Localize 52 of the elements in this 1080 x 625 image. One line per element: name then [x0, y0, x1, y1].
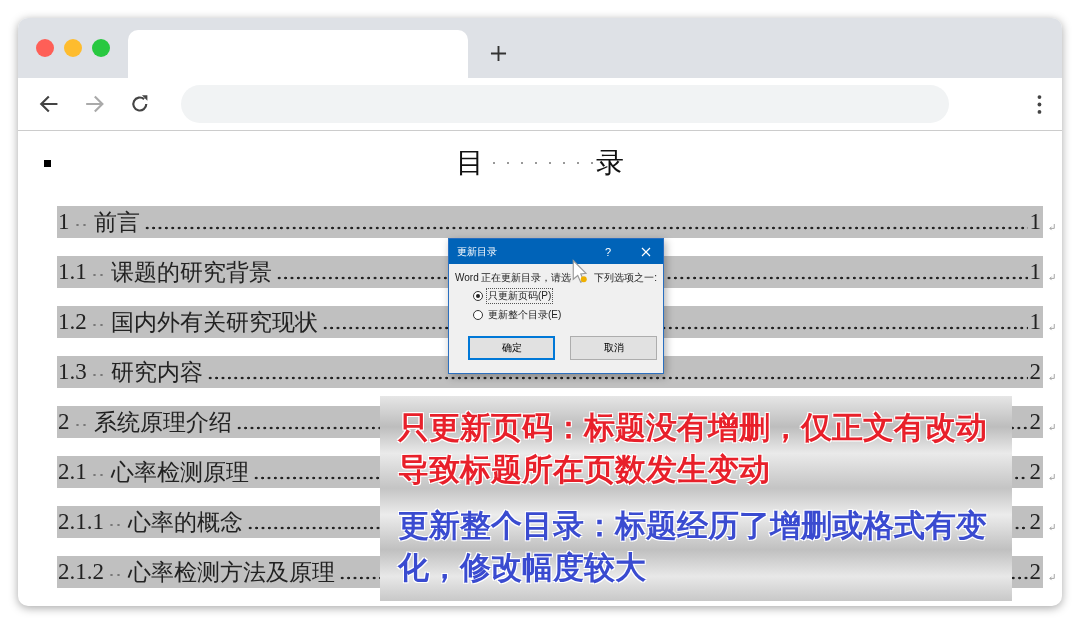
- dialog-prompt: Word 正在更新目录，请选: [455, 271, 572, 285]
- page-number: 2: [1029, 409, 1042, 435]
- radio-label[interactable]: 更新整个目录(E): [486, 307, 564, 323]
- paragraph-mark-icon: [1049, 523, 1056, 531]
- close-icon[interactable]: [641, 246, 651, 257]
- section-number: 1.3: [57, 359, 87, 385]
- section-title: 课题的研究背景: [110, 258, 272, 287]
- section-title: 心率检测方法及原理: [128, 558, 335, 587]
- back-icon[interactable]: [38, 93, 60, 115]
- page-number: 1: [1029, 259, 1042, 285]
- section-number: 2.1: [57, 459, 87, 485]
- page-number: 1: [1029, 209, 1042, 235]
- paragraph-mark-icon: [1049, 573, 1056, 581]
- paragraph-mark-icon: [1049, 323, 1056, 331]
- paragraph-mark-icon: [1049, 223, 1056, 231]
- radio-button[interactable]: [473, 291, 483, 301]
- new-tab-icon[interactable]: [490, 45, 507, 62]
- bullet-mark: [44, 159, 51, 167]
- dialog-button[interactable]: 取消: [570, 336, 657, 360]
- menu-icon[interactable]: [1037, 94, 1042, 114]
- section-title: 研究内容: [110, 358, 203, 387]
- section-number: 2.1.2: [57, 559, 104, 585]
- section-title: 系统原理介绍: [93, 408, 232, 437]
- paragraph-mark-icon: [1049, 423, 1056, 431]
- annotation-text: 只更新页码：标题没有增删，仅正文有改动导致标题所在页数发生变动: [398, 408, 988, 489]
- section-number: 1: [57, 209, 70, 235]
- toc-title: 目: [456, 146, 484, 180]
- paragraph-mark-icon: [1049, 273, 1056, 281]
- dialog-prompt: 下列选项之一:: [594, 271, 657, 285]
- page-number: 2: [1029, 509, 1042, 535]
- page-number: 2: [1029, 459, 1042, 485]
- section-number: 2: [57, 409, 70, 435]
- toc-title: 录: [596, 146, 624, 180]
- section-title: 心率检测原理: [110, 458, 249, 487]
- page-number: 2: [1029, 559, 1042, 585]
- dialog-title: 更新目录: [457, 244, 498, 259]
- page-number: 2: [1029, 359, 1042, 385]
- help-button[interactable]: ?: [604, 245, 611, 258]
- radio-button[interactable]: [473, 310, 483, 320]
- section-title: 心率的概念: [128, 508, 243, 537]
- section-number: 1.2: [57, 309, 87, 335]
- annotation-text: 更新整个目录：标题经历了增删或格式有变化，修改幅度较大: [398, 506, 988, 587]
- dialog-button[interactable]: 确定: [468, 336, 555, 360]
- section-number: 2.1.1: [57, 509, 104, 535]
- radio-label[interactable]: 只更新页码(P): [486, 288, 554, 304]
- paragraph-mark-icon: [1049, 373, 1056, 381]
- page-number: 1: [1029, 309, 1042, 335]
- section-number: 1.1: [57, 259, 87, 285]
- section-title: 前言: [93, 208, 140, 237]
- paragraph-mark-icon: [1049, 473, 1056, 481]
- pointer-cursor-icon: [571, 259, 589, 283]
- section-title: 国内外有关研究现状: [110, 308, 318, 337]
